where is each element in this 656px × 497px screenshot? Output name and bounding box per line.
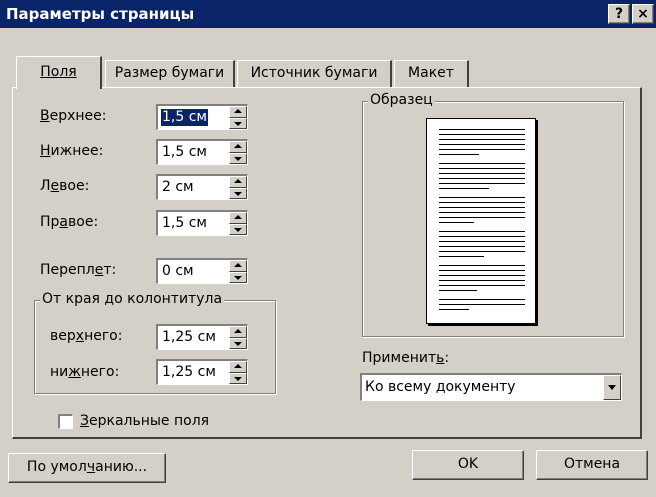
left-margin-spinner[interactable]: 2 см bbox=[156, 174, 248, 200]
left-margin-label: Левое: bbox=[40, 178, 90, 194]
apply-to-label: Применить: bbox=[362, 350, 450, 366]
footer-distance-spinner[interactable]: 1,25 см bbox=[156, 359, 248, 385]
spin-up-icon[interactable] bbox=[229, 212, 247, 224]
bottom-margin-spinner[interactable]: 1,5 см bbox=[156, 139, 248, 165]
spin-up-icon[interactable] bbox=[229, 141, 247, 153]
mirror-margins-label[interactable]: Зеркальные поля bbox=[80, 413, 209, 429]
title-bar: Параметры страницы ? × bbox=[0, 0, 656, 28]
spin-down-icon[interactable] bbox=[229, 337, 247, 349]
apply-to-value: Ко всему документу bbox=[365, 379, 516, 395]
tab-layout[interactable]: Макет bbox=[394, 60, 469, 88]
tab-label: Источник бумаги bbox=[250, 65, 378, 81]
spin-down-icon[interactable] bbox=[229, 271, 247, 283]
spin-down-icon[interactable] bbox=[229, 372, 247, 384]
top-margin-value[interactable]: 1,5 см bbox=[161, 109, 208, 126]
footer-distance-label: нижнего: bbox=[50, 364, 120, 380]
header-distance-label: верхнего: bbox=[50, 328, 123, 344]
cancel-button[interactable]: Отмена bbox=[536, 450, 648, 480]
page-preview-image bbox=[426, 118, 536, 324]
mirror-margins-checkbox[interactable] bbox=[58, 414, 73, 429]
top-margin-label: Верхнее: bbox=[40, 108, 107, 124]
spin-down-icon[interactable] bbox=[229, 117, 247, 129]
spin-up-icon[interactable] bbox=[229, 106, 247, 118]
spin-down-icon[interactable] bbox=[229, 152, 247, 164]
spin-down-icon[interactable] bbox=[229, 187, 247, 199]
close-icon: × bbox=[637, 6, 649, 22]
ok-button[interactable]: OK bbox=[412, 450, 524, 480]
bottom-margin-label: Нижнее: bbox=[40, 143, 104, 159]
tab-paper-source[interactable]: Источник бумаги bbox=[237, 60, 392, 88]
header-footer-group-title: От края до колонтитула bbox=[40, 291, 225, 307]
right-margin-label: Правое: bbox=[40, 214, 99, 230]
help-button[interactable]: ? bbox=[608, 4, 630, 24]
gutter-value[interactable]: 0 см bbox=[161, 263, 195, 280]
right-margin-spinner[interactable]: 1,5 см bbox=[156, 210, 248, 236]
spin-up-icon[interactable] bbox=[229, 260, 247, 272]
spin-up-icon[interactable] bbox=[229, 326, 247, 338]
preview-group-title: Образец bbox=[368, 92, 435, 108]
bottom-margin-value[interactable]: 1,5 см bbox=[161, 144, 208, 161]
header-distance-spinner[interactable]: 1,25 см bbox=[156, 324, 248, 350]
chevron-down-icon[interactable] bbox=[603, 375, 621, 400]
close-button[interactable]: × bbox=[632, 4, 654, 24]
apply-to-select[interactable]: Ко всему документу bbox=[360, 373, 622, 401]
tab-margins[interactable]: Поля bbox=[16, 56, 102, 89]
right-margin-value[interactable]: 1,5 см bbox=[161, 215, 208, 232]
tab-label: Поля bbox=[40, 64, 77, 80]
spin-up-icon[interactable] bbox=[229, 361, 247, 373]
gutter-label: Переплет: bbox=[40, 262, 117, 278]
header-distance-value[interactable]: 1,25 см bbox=[161, 329, 217, 346]
spin-up-icon[interactable] bbox=[229, 176, 247, 188]
left-margin-value[interactable]: 2 см bbox=[161, 179, 195, 196]
tab-paper-size[interactable]: Размер бумаги bbox=[105, 60, 235, 88]
help-icon: ? bbox=[614, 6, 624, 22]
footer-distance-value[interactable]: 1,25 см bbox=[161, 364, 217, 381]
window-title: Параметры страницы bbox=[6, 5, 195, 23]
tab-label: Макет bbox=[408, 65, 454, 81]
default-button[interactable]: По умолчанию... bbox=[8, 453, 166, 483]
spin-down-icon[interactable] bbox=[229, 223, 247, 235]
tab-label: Размер бумаги bbox=[114, 65, 225, 81]
gutter-spinner[interactable]: 0 см bbox=[156, 258, 248, 284]
top-margin-spinner[interactable]: 1,5 см bbox=[156, 104, 248, 130]
